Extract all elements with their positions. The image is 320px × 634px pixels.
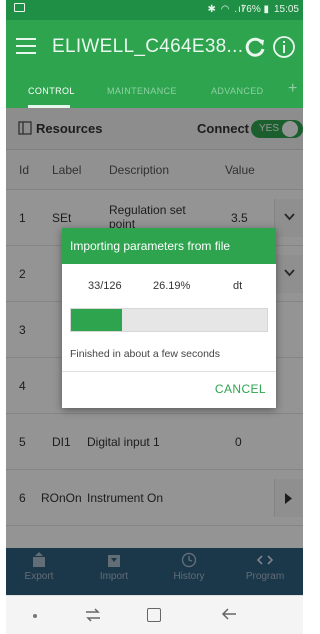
time-remaining-message: Finished in about a few seconds [70,348,221,360]
refresh-icon[interactable] [242,34,268,60]
progress-unit: dt [233,280,243,292]
recents-icon[interactable] [84,607,102,623]
progress-bar-fill [71,309,123,331]
clock: 15:05 [273,4,299,15]
signal-icons: ✱ ◠ .ıl [207,4,245,15]
battery-indicator: 76% ▮ [240,4,269,15]
status-bar: ✱ ◠ .ıl 76% ▮ 15:05 [6,0,303,20]
dialog-title: Importing parameters from file [70,239,231,253]
tab-control[interactable]: CONTROL [28,86,75,96]
import-progress-dialog: Importing parameters from file 33/126 26… [62,228,276,408]
home-icon[interactable] [147,608,161,622]
info-icon[interactable] [272,35,296,59]
tab-advanced[interactable]: ADVANCED [211,86,264,96]
gallery-icon [14,3,25,12]
app-bar: ELIWELL_C464E38... [6,20,303,76]
cancel-button[interactable]: CANCEL [215,382,266,396]
progress-bar [70,308,268,332]
dialog-header: Importing parameters from file [62,228,276,264]
hamburger-menu-icon[interactable] [16,38,36,54]
dialog-divider [62,371,276,372]
tab-maintenance[interactable]: MAINTENANCE [107,86,177,96]
add-tab-button[interactable]: + [288,80,297,98]
app-screen: ✱ ◠ .ıl 76% ▮ 15:05 ELIWELL_C464E38... C… [6,0,303,634]
progress-percent: 26.19% [153,280,191,292]
nav-dot-icon[interactable] [33,614,37,618]
tab-bar: CONTROL MAINTENANCE ADVANCED + [6,76,303,108]
back-arrow-icon[interactable] [221,606,237,622]
device-title: ELIWELL_C464E38... [52,36,244,57]
progress-count: 33/126 [88,280,122,292]
system-navigation-bar [6,595,303,634]
